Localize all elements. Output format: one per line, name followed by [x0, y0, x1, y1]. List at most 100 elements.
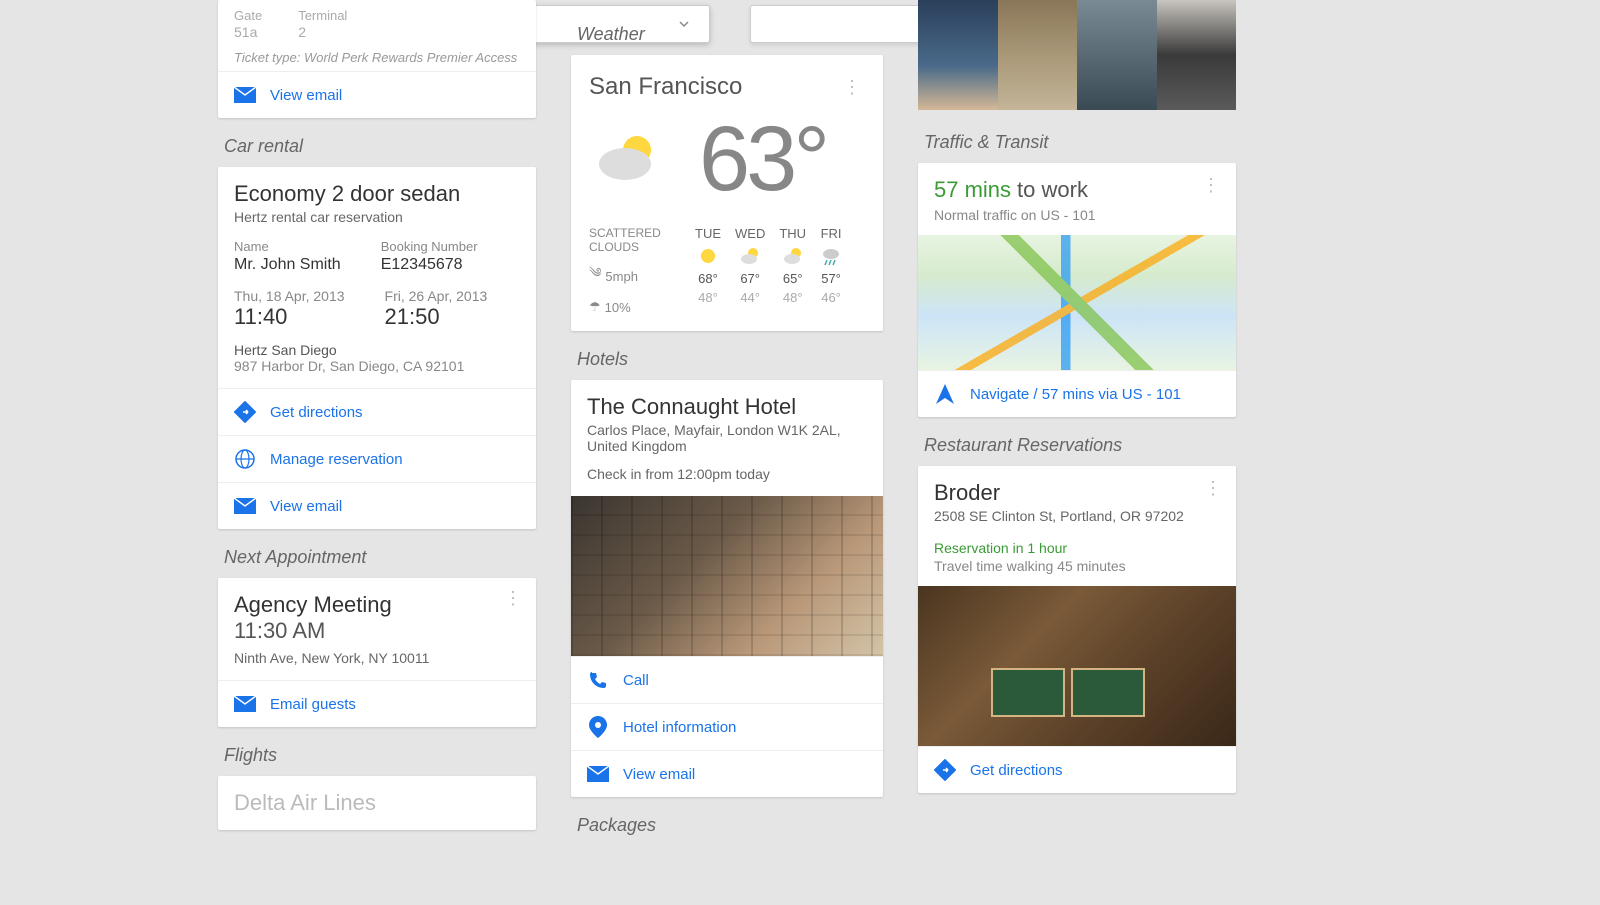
view-email-action[interactable]: View email — [218, 71, 536, 118]
wind-icon: ༄ — [589, 258, 601, 295]
travel-time: Travel time walking 45 minutes — [918, 558, 1236, 586]
weather-condition: SCATTERED CLOUDS — [589, 226, 681, 254]
packages-section-title: Packages — [577, 815, 883, 836]
globe-icon — [234, 448, 256, 470]
pickup-time: 11:40 — [234, 304, 345, 330]
view-email-action[interactable]: View email — [218, 482, 536, 529]
menu-dots-icon[interactable]: ⋮ — [500, 588, 526, 609]
email-guests-action[interactable]: Email guests — [218, 680, 536, 727]
manage-reservation-label: Manage reservation — [270, 451, 403, 468]
gate-value: 51a — [234, 24, 262, 40]
mail-icon — [234, 693, 256, 715]
view-email-action[interactable]: View email — [571, 750, 883, 797]
traffic-card: 57 mins to work ⋮ Normal traffic on US -… — [918, 163, 1236, 417]
booking-label: Booking Number — [381, 239, 478, 254]
directions-icon — [234, 401, 256, 423]
view-email-label: View email — [270, 87, 342, 104]
appt-address: Ninth Ave, New York, NY 10011 — [234, 650, 520, 666]
get-directions-action[interactable]: Get directions — [918, 746, 1236, 793]
car-subtitle: Hertz rental car reservation — [234, 209, 520, 225]
navigate-icon — [934, 383, 956, 405]
menu-dots-icon[interactable]: ⋮ — [1198, 175, 1224, 196]
weather-city: San Francisco — [589, 73, 839, 101]
terminal-value: 2 — [298, 24, 347, 40]
traffic-status: Normal traffic on US - 101 — [918, 207, 1236, 235]
rain-icon — [820, 245, 842, 267]
navigate-action[interactable]: Navigate / 57 mins via US - 101 — [918, 370, 1236, 417]
get-directions-label: Get directions — [970, 762, 1063, 779]
umbrella-icon: ☂ — [589, 299, 601, 315]
partly-cloudy-icon — [782, 245, 804, 267]
people-photo-strip — [918, 0, 1236, 110]
terminal-label: Terminal — [298, 8, 347, 23]
mail-icon — [234, 495, 256, 517]
flights-card-stub: Delta Air Lines — [218, 776, 536, 830]
weather-section-title: Weather — [577, 24, 883, 45]
hotel-card: The Connaught Hotel Carlos Place, Mayfai… — [571, 380, 883, 797]
hotel-image — [571, 496, 883, 656]
restaurant-image — [918, 586, 1236, 746]
call-action[interactable]: Call — [571, 656, 883, 703]
hotel-name: The Connaught Hotel — [587, 394, 867, 420]
appt-time: 11:30 AM — [234, 618, 520, 644]
directions-icon — [934, 759, 956, 781]
hotels-section-title: Hotels — [577, 349, 883, 370]
rental-address: 987 Harbor Dr, San Diego, CA 92101 — [234, 358, 520, 374]
car-rental-card: Economy 2 door sedan Hertz rental car re… — [218, 167, 536, 529]
rental-location: Hertz San Diego — [234, 342, 520, 358]
reservation-status: Reservation in 1 hour — [918, 540, 1236, 556]
name-label: Name — [234, 239, 341, 254]
menu-dots-icon[interactable]: ⋮ — [1200, 478, 1226, 499]
traffic-section-title: Traffic & Transit — [924, 132, 1236, 153]
email-guests-label: Email guests — [270, 696, 356, 713]
hotel-checkin: Check in from 12:00pm today — [587, 466, 867, 482]
menu-dots-icon[interactable]: ⋮ — [839, 77, 865, 98]
hotel-address: Carlos Place, Mayfair, London W1K 2AL, U… — [587, 422, 867, 454]
appt-title: Agency Meeting — [234, 592, 520, 618]
flights-section-title: Flights — [224, 745, 536, 766]
forecast-day: FRI 57° 46° — [820, 226, 842, 315]
manage-reservation-action[interactable]: Manage reservation — [218, 435, 536, 482]
flight-airline: Delta Air Lines — [234, 790, 520, 816]
hotel-info-label: Hotel information — [623, 719, 736, 736]
phone-icon — [587, 669, 609, 691]
get-directions-action[interactable]: Get directions — [218, 388, 536, 435]
restaurant-address: 2508 SE Clinton St, Portland, OR 97202 — [934, 508, 1220, 524]
partly-cloudy-icon — [589, 120, 669, 200]
booking-value: E12345678 — [381, 256, 478, 274]
gate-label: Gate — [234, 8, 262, 23]
call-label: Call — [623, 672, 649, 689]
car-rental-section-title: Car rental — [224, 136, 536, 157]
view-email-label: View email — [270, 498, 342, 515]
get-directions-label: Get directions — [270, 404, 363, 421]
navigate-label: Navigate / 57 mins via US - 101 — [970, 386, 1181, 403]
car-title: Economy 2 door sedan — [234, 181, 520, 207]
weather-temp: 63° — [699, 107, 826, 212]
return-time: 21:50 — [385, 304, 488, 330]
return-date: Fri, 26 Apr, 2013 — [385, 288, 488, 304]
hotel-info-action[interactable]: Hotel information — [571, 703, 883, 750]
name-value: Mr. John Smith — [234, 256, 341, 274]
mail-icon — [234, 84, 256, 106]
pin-icon — [587, 716, 609, 738]
next-appointment-section-title: Next Appointment — [224, 547, 536, 568]
traffic-minutes: 57 mins — [934, 177, 1011, 203]
mail-icon — [587, 763, 609, 785]
forecast-day: TUE 68° 48° — [695, 226, 721, 315]
forecast-day: WED 67° 44° — [735, 226, 765, 315]
pickup-date: Thu, 18 Apr, 2013 — [234, 288, 345, 304]
traffic-map[interactable] — [918, 235, 1236, 370]
weather-wind: 5mph — [605, 269, 638, 284]
weather-card: San Francisco ⋮ 63° SCATTERED CLOUDS ༄ 5m… — [571, 55, 883, 331]
appointment-card: ⋮ Agency Meeting 11:30 AM Ninth Ave, New… — [218, 578, 536, 727]
ticket-note: Ticket type: World Perk Rewards Premier … — [218, 50, 536, 71]
partly-cloudy-icon — [739, 245, 761, 267]
forecast-day: THU 65° 48° — [779, 226, 806, 315]
flight-stub-card: Gate51a Terminal2 Ticket type: World Per… — [218, 0, 536, 118]
restaurant-card: ⋮ Broder 2508 SE Clinton St, Portland, O… — [918, 466, 1236, 793]
traffic-destination: to work — [1017, 177, 1088, 203]
restaurant-section-title: Restaurant Reservations — [924, 435, 1236, 456]
sunny-icon — [697, 245, 719, 267]
view-email-label: View email — [623, 766, 695, 783]
weather-precip: 10% — [605, 300, 631, 315]
